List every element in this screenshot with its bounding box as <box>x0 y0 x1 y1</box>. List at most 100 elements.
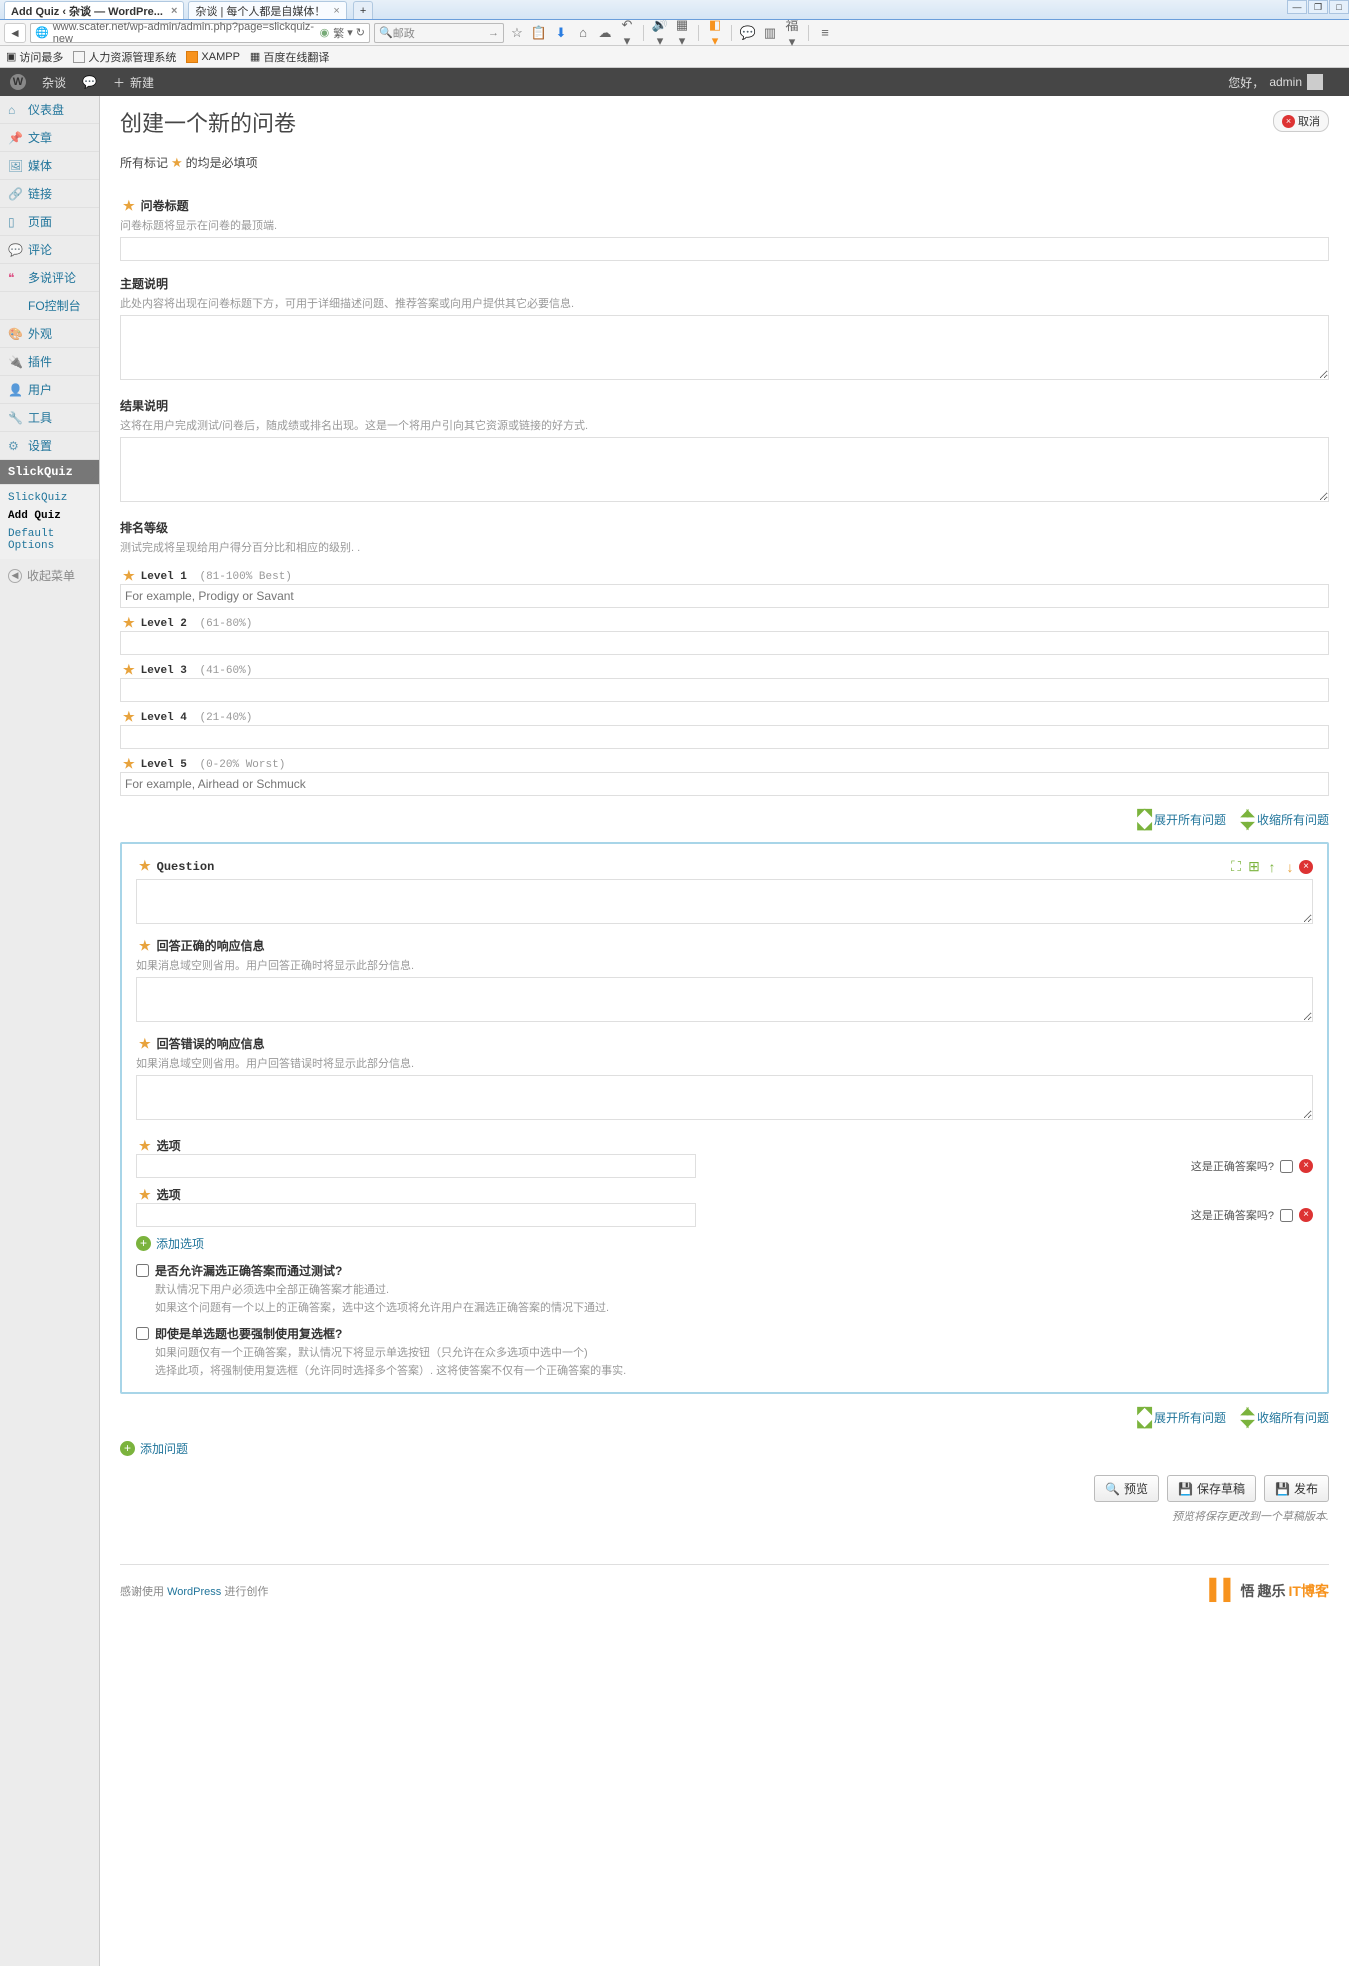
calendar-icon[interactable]: ▥ <box>761 25 779 41</box>
sidebar-item-media[interactable]: 🖼媒体 <box>0 152 99 180</box>
level3-input[interactable] <box>120 678 1329 702</box>
browser-tab-active[interactable]: Add Quiz ‹ 杂谈 — WordPre...× <box>4 1 184 19</box>
level5-label: ★Level 5 (0-20% Worst) <box>120 757 1329 772</box>
download-icon[interactable]: ⬇ <box>552 25 570 41</box>
sidebar-item-dashboard[interactable]: ⌂仪表盘 <box>0 96 99 124</box>
addon-icon[interactable]: ◧ ▾ <box>706 17 724 49</box>
submenu-add[interactable]: Add Quiz <box>8 507 99 525</box>
expand-all-button[interactable]: ◤◥◣◢展开所有问题 <box>1137 1404 1226 1430</box>
wrong-resp-desc: 如果消息域空则省用。用户回答错误时将显示此部分信息. <box>136 1055 1313 1071</box>
expand-question-icon[interactable]: ⛶ <box>1227 858 1245 875</box>
force-multi-checkbox[interactable] <box>136 1327 149 1340</box>
collapse-question-icon[interactable]: ⊞ <box>1245 858 1263 875</box>
submenu-defaults[interactable]: Default Options <box>8 525 99 555</box>
delete-option-icon[interactable]: × <box>1299 1208 1313 1222</box>
comments-link[interactable]: 💬 <box>82 75 97 89</box>
reload-icon[interactable]: ↻ <box>356 26 365 39</box>
sidebar-item-fo[interactable]: FO控制台 <box>0 292 99 320</box>
expand-icon: ◤◥◣◢ <box>1137 1404 1150 1430</box>
allow-partial-label: 是否允许漏选正确答案而通过测试? <box>155 1262 609 1279</box>
level2-input[interactable] <box>120 631 1329 655</box>
level4-label: ★Level 4 (21-40%) <box>120 710 1329 725</box>
add-question-button[interactable]: +添加问题 <box>120 1440 1329 1457</box>
move-up-icon[interactable]: ↑ <box>1263 859 1281 875</box>
collapse-all-button[interactable]: ◢◣◥◤收缩所有问题 <box>1240 1404 1329 1430</box>
font-icon[interactable]: 繁 <box>333 25 344 41</box>
bookmark-most[interactable]: ▣ 访问最多 <box>6 49 63 65</box>
maximize-icon[interactable]: □ <box>1329 0 1349 14</box>
wordpress-link[interactable]: WordPress <box>167 1586 221 1598</box>
search-bar[interactable]: 🔍 邮政→ <box>374 23 504 43</box>
bookmark-icon[interactable]: ☆ <box>508 25 526 41</box>
chat-icon[interactable]: ☁ <box>596 25 614 41</box>
close-icon[interactable]: × <box>171 5 177 17</box>
shield-icon[interactable]: ◉ <box>320 26 330 39</box>
add-option-button[interactable]: +添加选项 <box>136 1235 1313 1252</box>
sidebar-item-pages[interactable]: ▯页面 <box>0 208 99 236</box>
sidebar-item-users[interactable]: 👤用户 <box>0 376 99 404</box>
sidebar-item-slickquiz[interactable]: SlickQuiz <box>0 460 99 485</box>
back-button[interactable]: ◄ <box>4 23 26 43</box>
cancel-button[interactable]: ×取消 <box>1273 110 1329 132</box>
main-desc-input[interactable] <box>120 315 1329 380</box>
result-desc-input[interactable] <box>120 437 1329 502</box>
move-down-icon[interactable]: ↓ <box>1281 859 1299 875</box>
comment-icon[interactable]: 💬 <box>739 25 757 41</box>
level2-label: ★Level 2 (61-80%) <box>120 616 1329 631</box>
correct-resp-desc: 如果消息域空则省用。用户回答正确时将显示此部分信息. <box>136 957 1313 973</box>
delete-option-icon[interactable]: × <box>1299 1159 1313 1173</box>
close-icon[interactable]: × <box>333 5 339 17</box>
sidebar-item-links[interactable]: 🔗链接 <box>0 180 99 208</box>
force-multi-desc1: 如果问题仅有一个正确答案，默认情况下将显示单选按钮（只允许在众多选项中选中一个) <box>155 1344 626 1360</box>
blog-logo[interactable]: ▌▌悟趣乐IT博客 <box>1209 1579 1329 1602</box>
option2-correct-checkbox[interactable] <box>1280 1209 1293 1222</box>
browser-tab[interactable]: 杂谈 | 每个人都是自媒体！× <box>188 1 346 19</box>
sidebar-item-settings[interactable]: ⚙设置 <box>0 432 99 460</box>
sidebar-item-appearance[interactable]: 🎨外观 <box>0 320 99 348</box>
user-menu[interactable]: 您好，admin <box>1228 74 1323 91</box>
sidebar-item-duoshuo[interactable]: ❝多说评论 <box>0 264 99 292</box>
wp-logo[interactable]: W <box>10 74 26 90</box>
option2-input[interactable] <box>136 1203 696 1227</box>
option1-input[interactable] <box>136 1154 696 1178</box>
save-draft-button[interactable]: 💾保存草稿 <box>1167 1475 1256 1502</box>
bookmark2-icon[interactable]: 福 ▾ <box>783 15 801 50</box>
option1-correct-checkbox[interactable] <box>1280 1160 1293 1173</box>
grid-icon[interactable]: ▦ ▾ <box>673 17 691 49</box>
bookmark-xampp[interactable]: XAMPP <box>186 51 240 63</box>
menu-icon[interactable]: ≡ <box>816 25 834 40</box>
level4-input[interactable] <box>120 725 1329 749</box>
submenu-list[interactable]: SlickQuiz <box>8 489 99 507</box>
allow-partial-checkbox[interactable] <box>136 1264 149 1277</box>
level3-label: ★Level 3 (41-60%) <box>120 663 1329 678</box>
admin-sidebar: ⌂仪表盘 📌文章 🖼媒体 🔗链接 ▯页面 💬评论 ❝多说评论 FO控制台 🎨外观… <box>0 96 100 1966</box>
undo-icon[interactable]: ↶ ▾ <box>618 17 636 49</box>
sidebar-item-posts[interactable]: 📌文章 <box>0 124 99 152</box>
volume-icon[interactable]: 🔊 ▾ <box>651 17 669 49</box>
sidebar-item-tools[interactable]: 🔧工具 <box>0 404 99 432</box>
bookmark-baidu[interactable]: ▦ 百度在线翻译 <box>250 49 329 65</box>
level1-input[interactable] <box>120 584 1329 608</box>
minimize-icon[interactable]: — <box>1287 0 1307 14</box>
sidebar-item-comments[interactable]: 💬评论 <box>0 236 99 264</box>
quiz-title-input[interactable] <box>120 237 1329 261</box>
publish-button[interactable]: 💾发布 <box>1264 1475 1329 1502</box>
preview-button[interactable]: 🔍预览 <box>1094 1475 1159 1502</box>
expand-all-button[interactable]: ◤◥◣◢展开所有问题 <box>1137 806 1226 832</box>
level5-input[interactable] <box>120 772 1329 796</box>
site-link[interactable]: 杂谈 <box>42 74 66 91</box>
bookmark-hr[interactable]: 人力资源管理系统 <box>73 49 176 65</box>
question-input[interactable] <box>136 879 1313 924</box>
wrong-resp-input[interactable] <box>136 1075 1313 1120</box>
delete-question-icon[interactable]: × <box>1299 860 1313 874</box>
clipboard-icon[interactable]: 📋 <box>530 25 548 41</box>
restore-icon[interactable]: ❐ <box>1308 0 1328 14</box>
collapse-all-button[interactable]: ◢◣◥◤收缩所有问题 <box>1240 806 1329 832</box>
url-bar[interactable]: 🌐www.scater.net/wp-admin/admin.php?page=… <box>30 23 370 43</box>
collapse-menu[interactable]: ◀收起菜单 <box>0 559 99 592</box>
sidebar-item-plugins[interactable]: 🔌插件 <box>0 348 99 376</box>
new-link[interactable]: ＋ 新建 <box>113 74 154 91</box>
home-icon[interactable]: ⌂ <box>574 25 592 40</box>
new-tab-button[interactable]: + <box>353 1 373 19</box>
correct-resp-input[interactable] <box>136 977 1313 1022</box>
